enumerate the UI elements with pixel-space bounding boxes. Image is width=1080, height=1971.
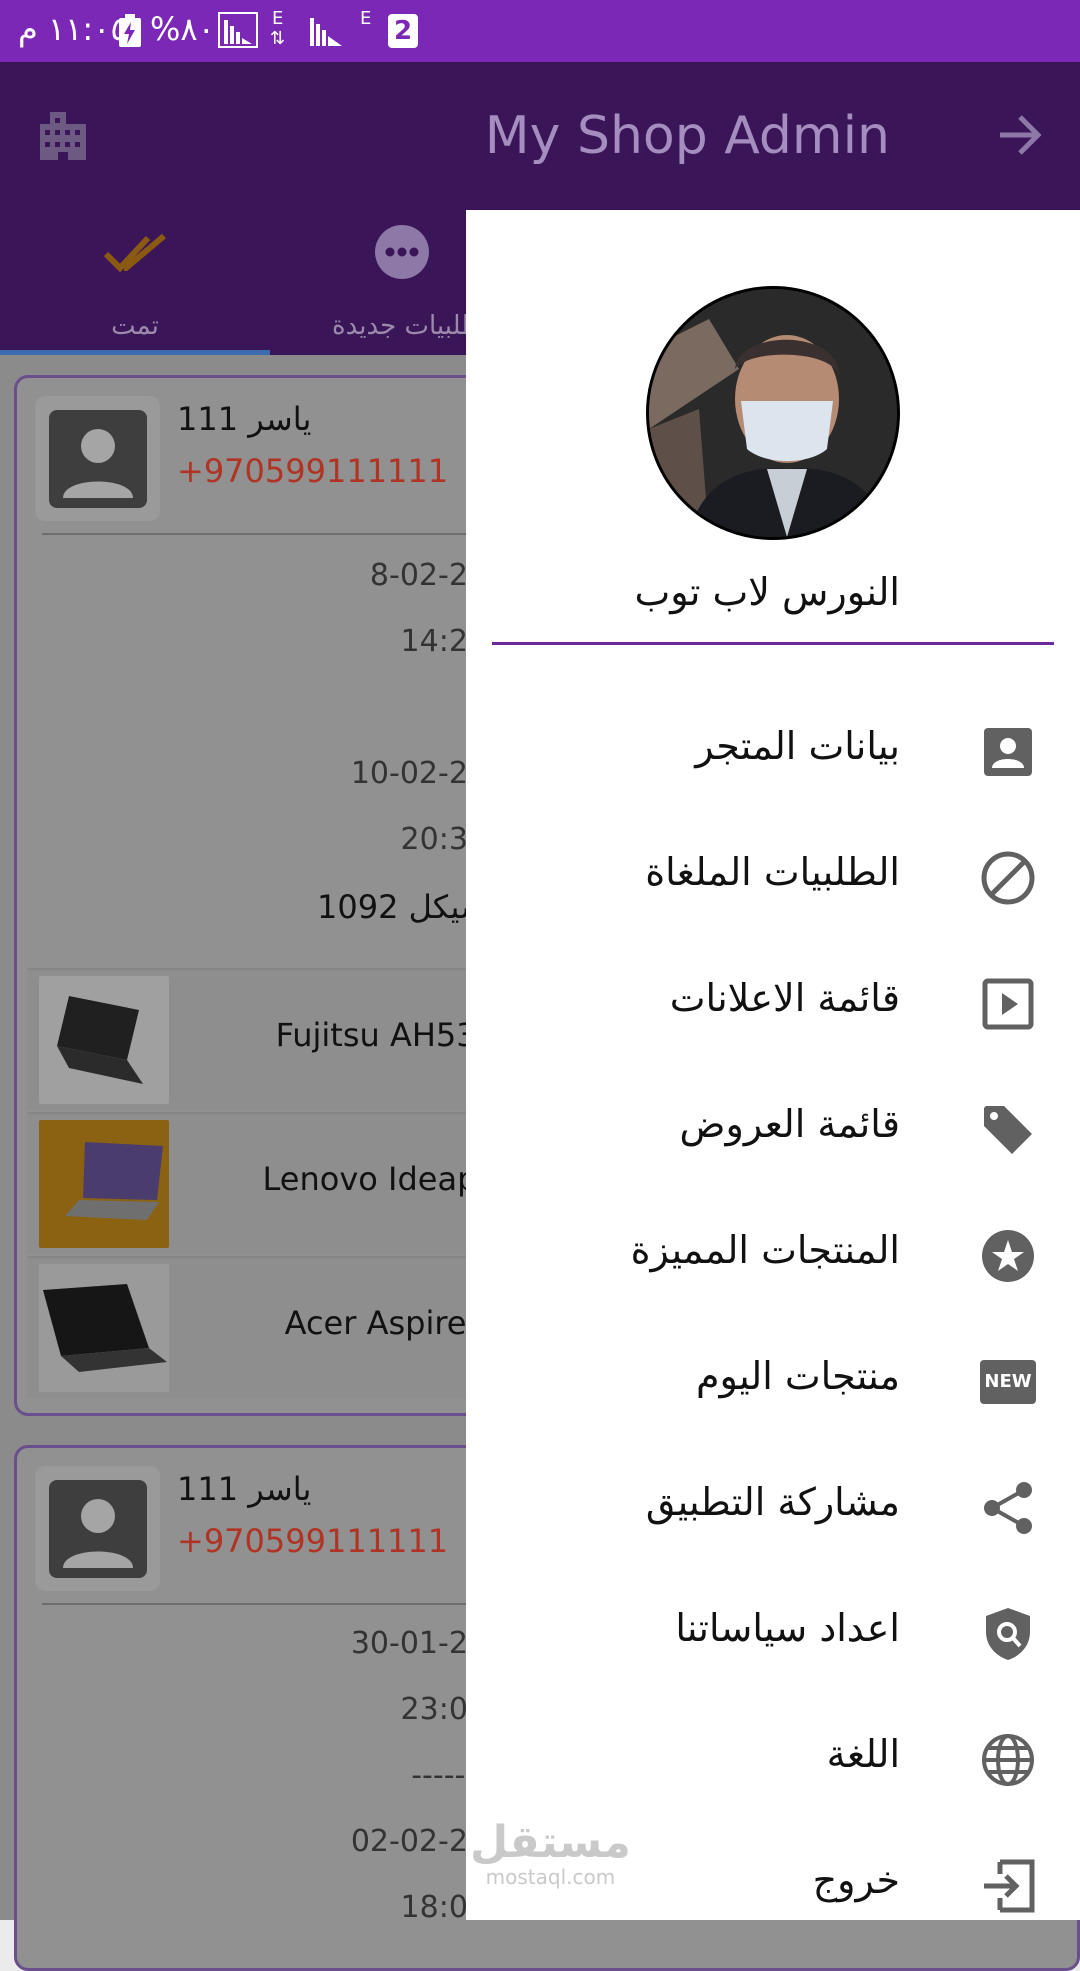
watermark-logo-text: مستقل	[470, 1817, 631, 1868]
new-badge-text: NEW	[984, 1371, 1032, 1392]
menu-item-today-products[interactable]: منتجات اليوم NEW	[466, 1320, 1080, 1446]
person-icon	[49, 410, 147, 508]
battery-charging-icon	[118, 14, 142, 52]
order-total: 1092 شيكل	[317, 888, 487, 926]
share-icon	[980, 1480, 1036, 1536]
status-time: ١١:٠٥ م	[18, 10, 128, 48]
menu-item-store-info[interactable]: بيانات المتجر	[466, 690, 1080, 816]
menu-item-label: خروج	[812, 1858, 900, 1902]
watermark: مستقل mostaql.com	[470, 1817, 631, 1889]
network-type-label: E	[272, 8, 284, 29]
menu-item-label: منتجات اليوم	[695, 1354, 900, 1398]
signal-icon	[218, 12, 258, 52]
tab-completed[interactable]: تمت	[0, 210, 270, 355]
menu-item-label: اللغة	[826, 1732, 900, 1776]
store-building-icon[interactable]	[36, 110, 90, 166]
menu-item-policies[interactable]: اعداد سياساتنا	[466, 1572, 1080, 1698]
star-circle-icon	[980, 1228, 1036, 1284]
store-profile-avatar[interactable]	[646, 286, 900, 540]
menu-item-label: قائمة العروض	[679, 1102, 900, 1146]
menu-item-ads-list[interactable]: قائمة الاعلانات	[466, 942, 1080, 1068]
customer-phone[interactable]: +970599111111	[177, 452, 448, 490]
customer-name: ياسر 111	[177, 400, 312, 438]
watermark-site: mostaql.com	[485, 1865, 616, 1889]
menu-item-language[interactable]: اللغة	[466, 1698, 1080, 1824]
navigation-drawer: النورس لاب توب بيانات المتجر الطلبيات ال…	[466, 210, 1080, 1920]
menu-item-offers-list[interactable]: قائمة العروض	[466, 1068, 1080, 1194]
account-box-icon	[980, 724, 1036, 780]
product-thumbnail	[39, 976, 169, 1104]
notification-badge: 2	[388, 14, 418, 48]
double-check-icon	[103, 232, 168, 280]
menu-item-cancelled-orders[interactable]: الطلبيات الملغاة	[466, 816, 1080, 942]
status-bar: ١١:٠٥ م %٨٠ E ⇅ E 2	[0, 0, 1080, 62]
globe-icon	[980, 1732, 1036, 1788]
product-thumbnail	[39, 1120, 169, 1248]
exit-icon	[980, 1858, 1036, 1914]
tab-label: تمت	[111, 311, 159, 341]
customer-name: ياسر 111	[177, 1470, 312, 1508]
menu-item-label: اعداد سياساتنا	[675, 1606, 900, 1650]
menu-item-label: الطلبيات الملغاة	[645, 850, 900, 894]
app-title: My Shop Admin	[484, 106, 890, 166]
battery-percent: %٨٠	[150, 10, 215, 48]
customer-phone[interactable]: +970599111111	[177, 1522, 448, 1560]
menu-item-label: بيانات المتجر	[695, 724, 900, 768]
customer-avatar	[35, 1466, 160, 1591]
menu-item-label: المنتجات المميزة	[630, 1228, 900, 1272]
policy-shield-icon	[980, 1606, 1036, 1662]
divider	[492, 642, 1054, 645]
arrow-forward-icon[interactable]	[996, 112, 1044, 162]
slideshow-icon	[980, 976, 1036, 1032]
signal-2-icon	[306, 12, 346, 52]
store-name: النورس لاب توب	[634, 570, 900, 614]
more-dots-icon	[374, 224, 430, 284]
product-name: Fujitsu AH530	[275, 1016, 497, 1054]
customer-avatar	[35, 396, 160, 521]
network-type-label-2: E	[360, 8, 372, 29]
menu-item-label: قائمة الاعلانات	[669, 976, 900, 1020]
data-arrows-icon: ⇅	[270, 28, 286, 49]
menu-item-share-app[interactable]: مشاركة التطبيق	[466, 1446, 1080, 1572]
menu-item-featured-products[interactable]: المنتجات المميزة	[466, 1194, 1080, 1320]
product-name: Lenovo Ideapa	[262, 1160, 497, 1198]
new-badge-icon: NEW	[980, 1360, 1036, 1404]
block-icon	[980, 850, 1036, 906]
app-bar: My Shop Admin	[0, 62, 1080, 210]
person-icon	[49, 1480, 147, 1578]
tag-icon	[980, 1102, 1036, 1158]
product-thumbnail	[39, 1264, 169, 1392]
menu-item-label: مشاركة التطبيق	[645, 1480, 900, 1524]
